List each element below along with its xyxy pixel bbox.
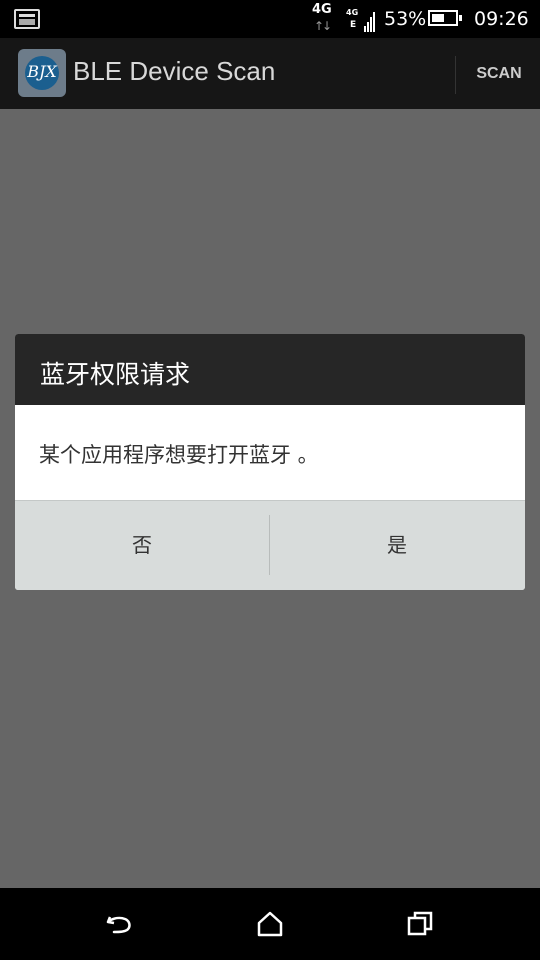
battery-percent: 53% bbox=[384, 8, 427, 30]
back-icon bbox=[106, 916, 131, 934]
navigation-bar bbox=[0, 888, 540, 960]
battery-fill bbox=[432, 14, 444, 22]
signal-bars-icon bbox=[364, 10, 376, 32]
action-bar-divider bbox=[455, 56, 456, 94]
clock: 09:26 bbox=[474, 8, 529, 30]
notification-icon bbox=[14, 9, 40, 29]
action-bar: BJX BLE Device Scan SCAN bbox=[0, 38, 540, 109]
dialog-body: 某个应用程序想要打开蓝牙 。 bbox=[15, 405, 525, 500]
allow-button[interactable]: 是 bbox=[270, 501, 524, 590]
recents-button[interactable] bbox=[370, 888, 470, 960]
recents-icon bbox=[407, 911, 433, 936]
app-title: BLE Device Scan bbox=[73, 56, 276, 86]
dialog-buttons: 否 是 bbox=[15, 500, 525, 590]
app-icon[interactable]: BJX bbox=[18, 49, 66, 97]
status-bar: 4G ↑↓ 4G E 53% 09:26 bbox=[0, 0, 540, 38]
home-icon bbox=[257, 911, 283, 937]
back-button[interactable] bbox=[70, 888, 170, 960]
signal-bottom-label: E bbox=[350, 20, 357, 30]
scan-button[interactable]: SCAN bbox=[458, 38, 540, 109]
signal-icon: 4G E bbox=[346, 8, 376, 32]
signal-top-label: 4G bbox=[346, 8, 359, 17]
battery-icon bbox=[428, 10, 462, 26]
network-4g-icon: 4G ↑↓ bbox=[312, 2, 336, 36]
dialog-message: 某个应用程序想要打开蓝牙 。 bbox=[39, 443, 319, 467]
data-activity-icon: ↑↓ bbox=[314, 19, 332, 33]
app-icon-label: BJX bbox=[27, 62, 57, 81]
deny-button[interactable]: 否 bbox=[15, 501, 269, 590]
dialog-title: 蓝牙权限请求 bbox=[40, 360, 191, 389]
dialog-title-bar: 蓝牙权限请求 bbox=[15, 334, 525, 405]
home-button[interactable] bbox=[220, 888, 320, 960]
network-type-label: 4G bbox=[312, 2, 332, 17]
bluetooth-permission-dialog: 蓝牙权限请求 某个应用程序想要打开蓝牙 。 否 是 bbox=[15, 334, 525, 590]
